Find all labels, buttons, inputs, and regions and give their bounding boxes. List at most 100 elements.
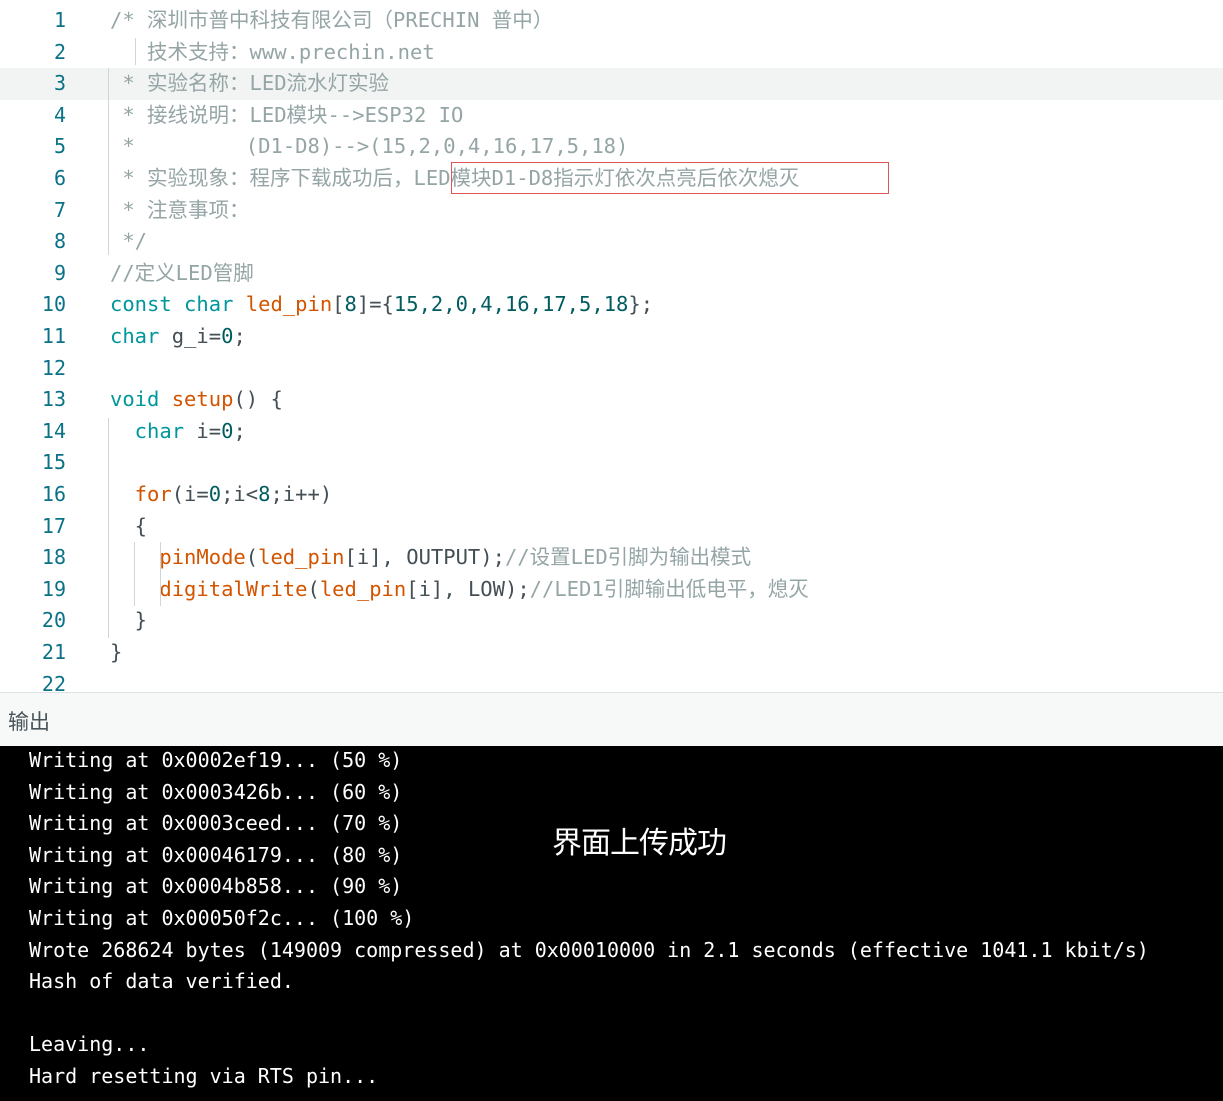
- code-token: [i], LOW);: [406, 576, 530, 601]
- output-panel-header: 输出: [0, 692, 1223, 746]
- annotation-highlight-box: [451, 162, 889, 194]
- console-line: Leaving...: [29, 1032, 150, 1057]
- code-line[interactable]: 1 /* 深圳市普中科技有限公司（PRECHIN 普中）: [0, 5, 1223, 37]
- code-line[interactable]: 11 char g_i=0;: [0, 321, 1223, 353]
- line-number: 16: [41, 482, 66, 506]
- code-text: const char led_pin[8]={15,2,0,4,16,17,5,…: [110, 289, 1223, 321]
- code-line[interactable]: 15: [0, 447, 1223, 479]
- code-line[interactable]: 17 {: [0, 511, 1223, 543]
- code-token: g_i=: [171, 324, 222, 348]
- code-line[interactable]: 4 * 接线说明：LED模块-->ESP32 IO: [0, 100, 1223, 132]
- line-number: 3: [53, 71, 66, 96]
- line-number: 5: [53, 134, 66, 159]
- output-panel-title: 输出: [8, 710, 50, 734]
- code-token: ;: [233, 324, 246, 348]
- code-line[interactable]: 20 }: [0, 605, 1223, 637]
- code-text: */: [110, 226, 1223, 258]
- code-line[interactable]: 16 for(i=0;i<8;i++): [0, 479, 1223, 511]
- code-token: 0: [221, 418, 234, 443]
- code-text: for(i=0;i<8;i++): [110, 479, 1223, 511]
- code-token: 15,2,0,4,16,17,5,18: [393, 292, 629, 317]
- code-line[interactable]: 18 pinMode(led_pin[i], OUTPUT);//设置LED引脚…: [0, 542, 1223, 574]
- output-console[interactable]: 界面上传成功 Writing at 0x0002ef19... (50 %) Wr…: [0, 746, 1223, 1101]
- code-line[interactable]: 7 * 注意事项：: [0, 195, 1223, 227]
- code-editor[interactable]: 1 /* 深圳市普中科技有限公司（PRECHIN 普中） 2 技术支持：www.pr…: [0, 0, 1223, 692]
- code-line[interactable]: 3 * 实验名称：LED流水灯实验: [0, 68, 1223, 100]
- line-number: 12: [41, 355, 66, 380]
- code-token: {: [110, 513, 148, 538]
- code-line[interactable]: 13 void setup() {: [0, 384, 1223, 416]
- code-token: 0: [208, 482, 222, 506]
- code-text: }: [110, 637, 1223, 669]
- line-number: 20: [41, 608, 66, 633]
- code-token: 8: [258, 482, 271, 506]
- code-token: char: [110, 418, 197, 443]
- code-token: ;: [233, 418, 246, 443]
- code-text: //定义LED管脚: [110, 258, 1223, 290]
- console-line: Writing at 0x00050f2c... (100 %): [29, 906, 415, 930]
- code-line[interactable]: 8 */: [0, 226, 1223, 258]
- code-text: * 注意事项：: [110, 195, 1223, 227]
- code-line[interactable]: 14 char i=0;: [0, 416, 1223, 448]
- code-token: void: [110, 387, 172, 412]
- code-token: digitalWrite: [110, 576, 308, 601]
- code-token: */: [110, 229, 148, 254]
- console-line: Writing at 0x0003ceed... (70 %): [29, 811, 403, 836]
- code-line[interactable]: 9 //定义LED管脚: [0, 258, 1223, 290]
- code-token: ;i++): [270, 482, 333, 506]
- code-line[interactable]: 19 digitalWrite(led_pin[i], LOW);//LED1引…: [0, 574, 1223, 606]
- indent-guide: [135, 38, 136, 65]
- line-number: 11: [41, 324, 66, 348]
- line-number: 17: [41, 513, 66, 538]
- code-token: (: [307, 576, 320, 601]
- indent-guide: [134, 542, 135, 606]
- line-number: 6: [53, 166, 66, 190]
- code-token: * 实验名称：LED流水灯实验: [110, 71, 390, 96]
- code-token: ;i<: [221, 482, 259, 506]
- code-token: (: [245, 545, 259, 570]
- code-token: * 接线说明：LED模块-->ESP32 IO: [110, 102, 464, 127]
- code-token: //定义LED管脚: [110, 260, 254, 285]
- code-token: };: [628, 292, 654, 317]
- code-text: /* 深圳市普中科技有限公司（PRECHIN 普中）: [110, 5, 1223, 37]
- code-token: 8: [344, 292, 357, 317]
- code-token: led_pin: [245, 292, 333, 317]
- code-line[interactable]: 2 技术支持：www.prechin.net: [0, 37, 1223, 69]
- line-number: 7: [53, 197, 66, 222]
- line-number: 21: [41, 640, 66, 664]
- code-text: 技术支持：www.prechin.net: [110, 37, 1223, 69]
- indent-guide: [108, 68, 109, 255]
- line-number: 18: [41, 545, 66, 570]
- upload-success-note: 界面上传成功: [552, 826, 727, 861]
- code-text: char g_i=0;: [110, 321, 1223, 353]
- code-token: led_pin: [258, 545, 345, 570]
- code-token: [: [332, 292, 345, 317]
- code-token: 0: [221, 324, 234, 348]
- line-number: 9: [53, 260, 66, 285]
- code-token: 技术支持：www.prechin.net: [110, 39, 435, 64]
- code-line[interactable]: 12: [0, 353, 1223, 385]
- code-token: (i=: [171, 482, 209, 506]
- code-line[interactable]: 5 * (D1-D8)-->(15,2,0,4,16,17,5,18): [0, 131, 1223, 163]
- code-token: () {: [233, 387, 283, 412]
- line-number: 14: [41, 418, 66, 443]
- code-token: const char: [110, 292, 246, 317]
- code-text: * 接线说明：LED模块-->ESP32 IO: [110, 100, 1223, 132]
- line-number: 10: [41, 292, 66, 317]
- code-token: i=: [196, 418, 222, 443]
- code-line[interactable]: 10 const char led_pin[8]={15,2,0,4,16,17,…: [0, 289, 1223, 321]
- code-line[interactable]: 21}: [0, 637, 1223, 669]
- line-number: 2: [53, 39, 66, 64]
- console-line: Wrote 268624 bytes (149009 compressed) a…: [29, 937, 1149, 962]
- console-line: Writing at 0x0002ef19... (50 %): [29, 748, 403, 772]
- code-line[interactable]: 22: [0, 669, 1223, 692]
- console-line: Writing at 0x0004b858... (90 %): [29, 874, 403, 899]
- line-number: 19: [41, 576, 66, 601]
- code-text: void setup() {: [110, 384, 1223, 416]
- code-token: char: [110, 324, 172, 348]
- code-token: [i], OUTPUT);: [344, 545, 505, 570]
- code-token: led_pin: [319, 576, 407, 601]
- console-line: Writing at 0x0003426b... (60 %): [29, 779, 403, 804]
- code-token: ]={: [356, 292, 394, 317]
- code-text: digitalWrite(led_pin[i], LOW);//LED1引脚输出…: [110, 574, 1223, 606]
